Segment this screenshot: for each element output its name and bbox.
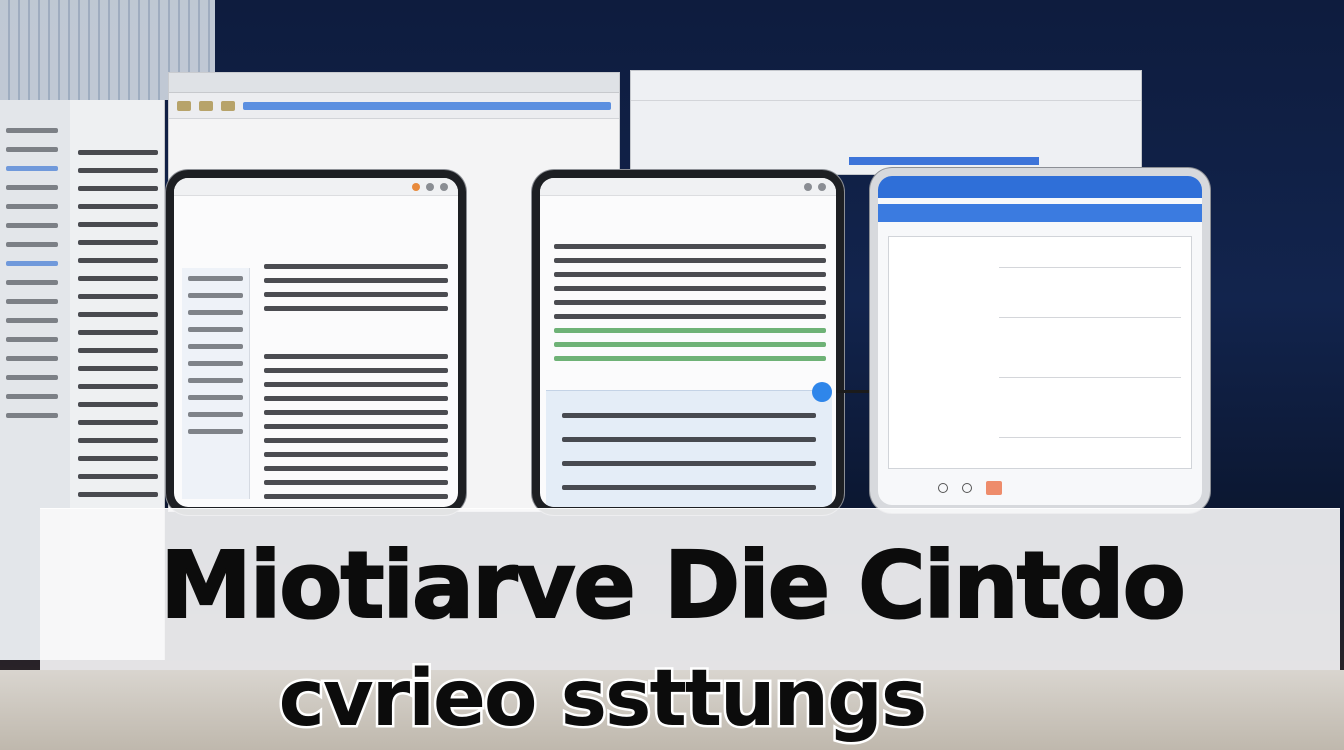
- footer-action-icon[interactable]: [986, 481, 1002, 495]
- phone-status-bar: [174, 178, 458, 196]
- phone-mockup-left: [166, 170, 466, 515]
- right-browser-titlebar: [631, 71, 1141, 101]
- right-browser-window: [630, 70, 1142, 175]
- status-dot-icon[interactable]: [812, 382, 832, 402]
- phone-screen: [174, 178, 458, 507]
- phone-status-bar: [540, 178, 836, 196]
- phone-settings-panel: [546, 390, 832, 507]
- status-dot-icon: [818, 182, 826, 191]
- phone-mockup-right: [870, 168, 1210, 513]
- status-dot-icon: [804, 182, 812, 191]
- browser-titlebar: [169, 73, 619, 93]
- toolbar-icon: [199, 100, 213, 111]
- phone-screen: [878, 176, 1202, 505]
- left-window-content: [78, 150, 158, 510]
- settings-card: [888, 236, 1192, 469]
- screenshot-stage: Miotiarve Die Cintdo cvrieo ssttungs: [0, 0, 1344, 750]
- active-tab-indicator: [849, 157, 1039, 165]
- phone-screen: [540, 178, 836, 507]
- phone-sidebar: [182, 268, 250, 499]
- toolbar-icon: [177, 100, 191, 111]
- phone-article-text: [264, 264, 448, 507]
- address-bar: [243, 101, 611, 110]
- card-footer-controls: [938, 481, 1002, 495]
- footer-control-icon[interactable]: [962, 483, 972, 493]
- status-dot-icon: [426, 182, 434, 191]
- browser-toolbar: [169, 93, 619, 119]
- headline-line-1: Miotiarve Die Cintdo: [159, 532, 1187, 639]
- toolbar-icon: [221, 100, 235, 111]
- status-dot-icon: [412, 182, 420, 191]
- app-subheader-bar: [878, 204, 1202, 222]
- phone-article-text: [554, 244, 826, 370]
- footer-control-icon[interactable]: [938, 483, 948, 493]
- status-dot-icon: [440, 182, 448, 191]
- headline-line-2: cvrieo ssttungs: [276, 654, 930, 744]
- phone-mockup-center: [532, 170, 844, 515]
- app-header-bar: [878, 176, 1202, 198]
